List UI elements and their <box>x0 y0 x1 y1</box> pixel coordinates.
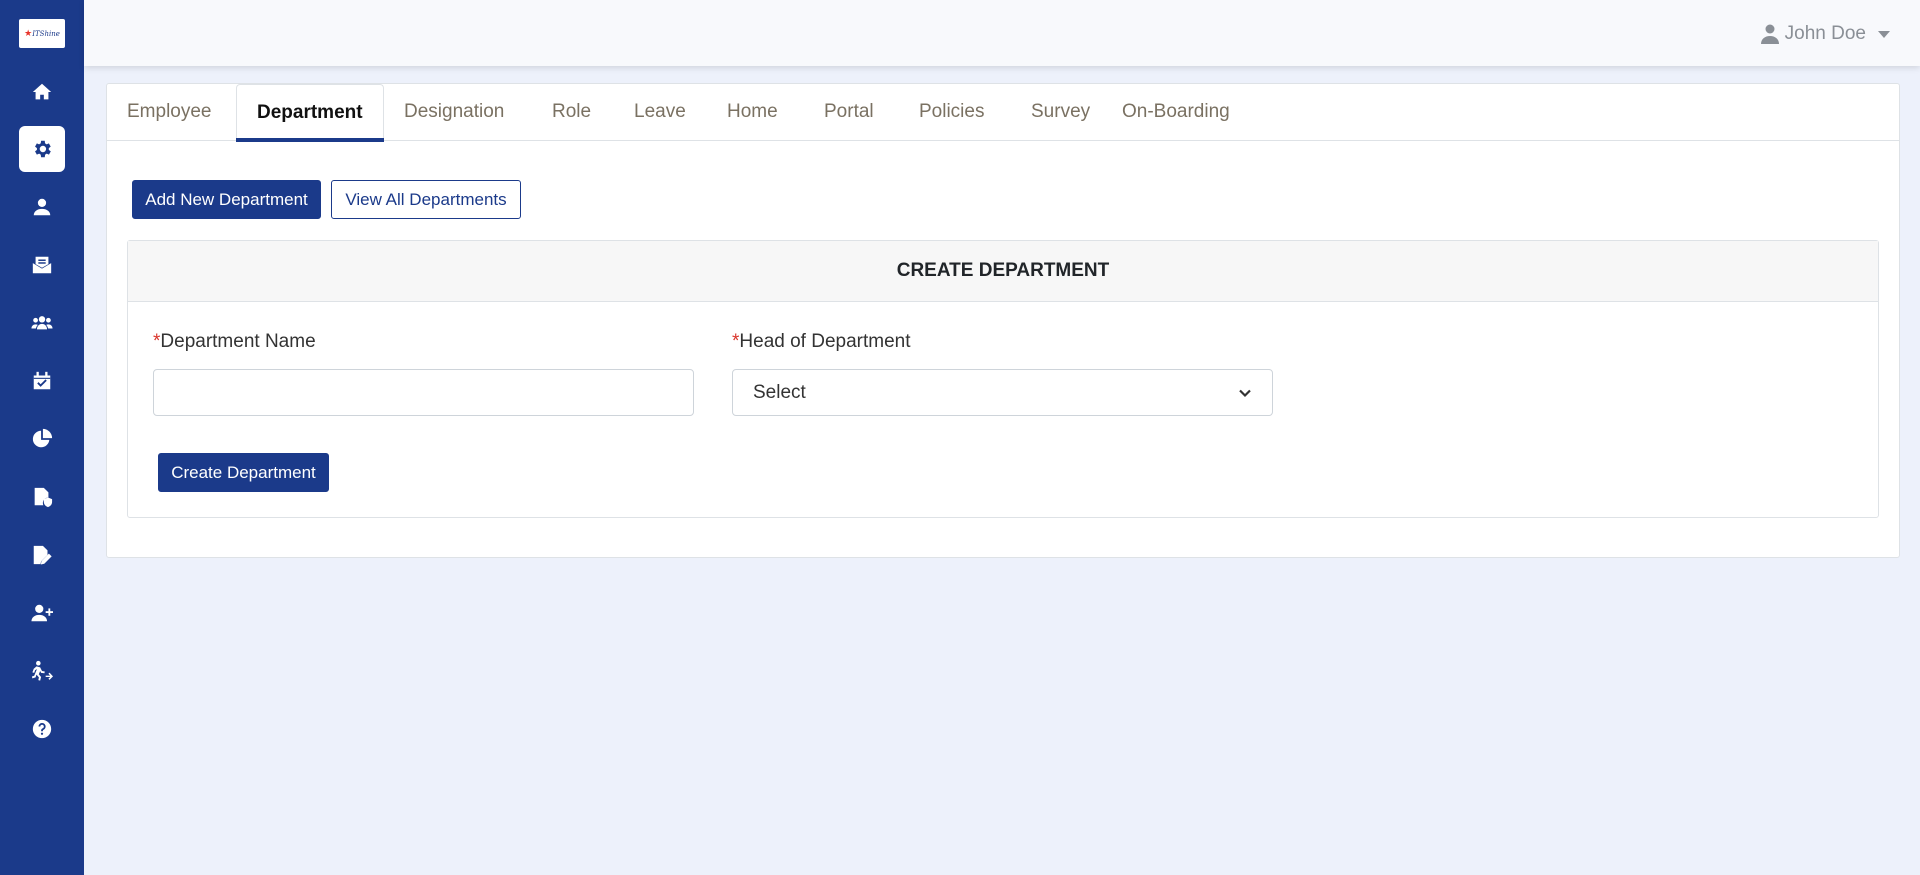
chevron-down-icon <box>1878 30 1890 38</box>
tab-home[interactable]: Home <box>707 84 798 141</box>
user-icon <box>33 198 51 216</box>
create-department-panel: CREATE DEPARTMENT *Department Name *Head… <box>127 240 1879 518</box>
tab-policies[interactable]: Policies <box>899 84 1004 141</box>
file-shield-icon <box>34 487 53 508</box>
tab-department[interactable]: Department <box>236 84 384 142</box>
tab-leave[interactable]: Leave <box>614 84 706 141</box>
sidebar-item-home[interactable] <box>19 69 65 115</box>
user-plus-icon <box>31 604 53 622</box>
head-of-department-select[interactable]: Select <box>732 369 1273 416</box>
company-logo[interactable]: ★ITShine <box>19 19 65 48</box>
tab-on-boarding[interactable]: On-Boarding <box>1102 84 1250 141</box>
tab-role[interactable]: Role <box>532 84 611 141</box>
head-of-department-selected: Select <box>753 381 806 403</box>
user-menu[interactable]: John Doe <box>1760 20 1890 48</box>
sidebar-item-calendar[interactable] <box>19 358 65 404</box>
home-icon <box>32 83 52 100</box>
tab-survey[interactable]: Survey <box>1011 84 1110 141</box>
top-bar: John Doe <box>84 0 1920 66</box>
sidebar-item-offboarding[interactable] <box>19 648 65 694</box>
sidebar-item-help[interactable] <box>19 706 65 752</box>
add-new-department-button[interactable]: Add New Department <box>132 180 321 219</box>
tab-designation[interactable]: Designation <box>384 84 524 141</box>
file-edit-icon <box>33 545 52 565</box>
tab-bar: Employee Department Designation Role Lea… <box>107 84 1899 142</box>
head-of-department-label-text: Head of Department <box>739 331 911 352</box>
logo-mark: ★ITShine <box>24 28 60 39</box>
sidebar-item-inbox[interactable] <box>19 242 65 288</box>
users-group-icon <box>31 316 53 330</box>
sidebar-item-reports[interactable] <box>19 416 65 462</box>
sidebar-item-profile[interactable] <box>19 184 65 230</box>
sidebar-item-settings[interactable] <box>19 126 65 172</box>
sidebar: ★ITShine <box>0 0 84 875</box>
gear-icon <box>35 140 51 158</box>
department-name-label: *Department Name <box>153 331 316 353</box>
department-name-label-text: Department Name <box>160 331 316 352</box>
pie-chart-icon <box>32 428 53 448</box>
tab-portal[interactable]: Portal <box>804 84 894 141</box>
chevron-down-icon <box>1239 389 1251 397</box>
user-name: John Doe <box>1784 23 1866 44</box>
main-card: Employee Department Designation Role Lea… <box>106 83 1900 558</box>
sidebar-item-add-user[interactable] <box>19 590 65 636</box>
department-name-input[interactable] <box>153 369 694 416</box>
sidebar-item-policies[interactable] <box>19 474 65 520</box>
panel-title: CREATE DEPARTMENT <box>128 241 1878 302</box>
sidebar-item-teams[interactable] <box>19 300 65 346</box>
mail-inbox-icon <box>32 256 52 274</box>
view-all-departments-button[interactable]: View All Departments <box>331 180 521 219</box>
tab-employee[interactable]: Employee <box>107 84 232 141</box>
sidebar-item-documents[interactable] <box>19 532 65 578</box>
create-department-button[interactable]: Create Department <box>158 453 329 492</box>
help-icon <box>32 719 52 739</box>
head-of-department-label: *Head of Department <box>732 331 911 353</box>
person-exit-icon <box>31 660 53 681</box>
calendar-check-icon <box>33 371 51 390</box>
user-icon <box>1760 24 1779 44</box>
